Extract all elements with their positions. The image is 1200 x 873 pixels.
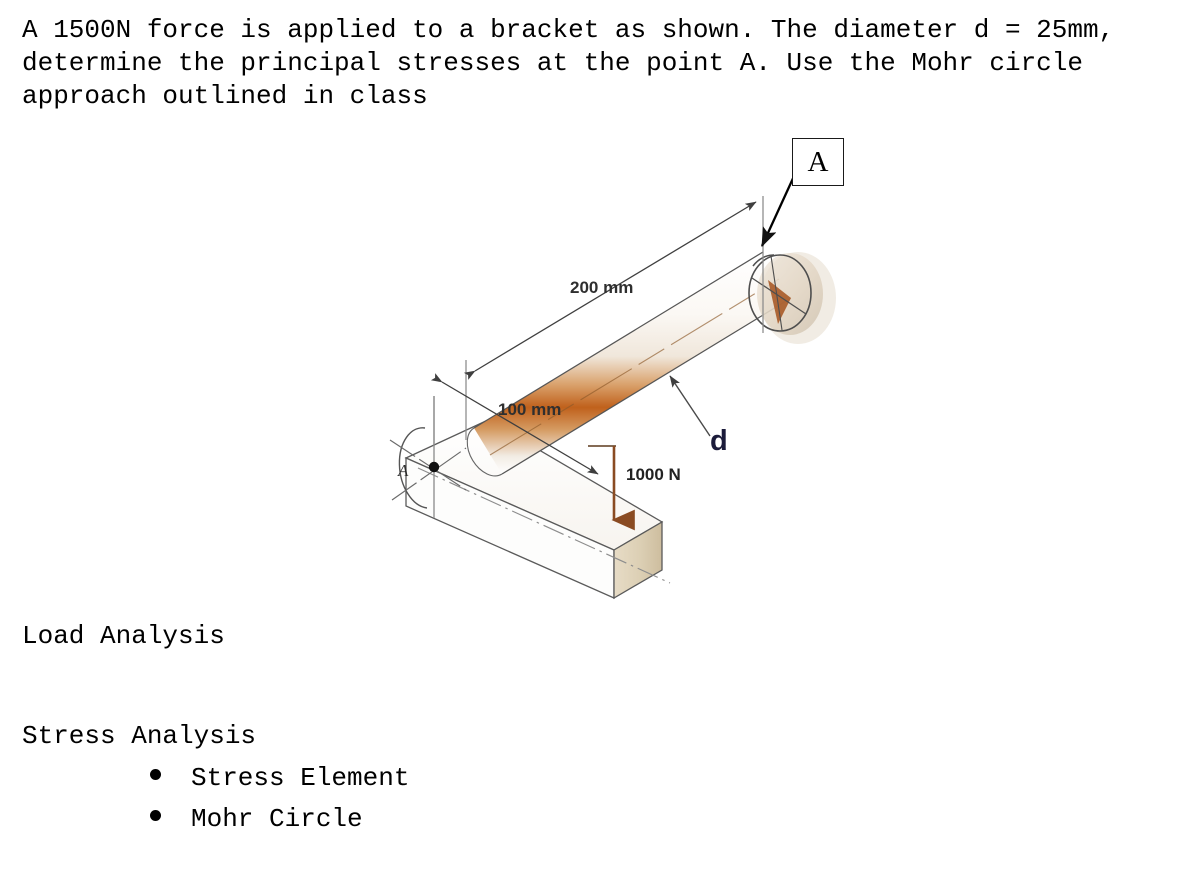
section-heading-load-analysis: Load Analysis bbox=[22, 621, 225, 651]
list-item: Mohr Circle bbox=[150, 799, 409, 840]
dimension-200mm-label: 200 mm bbox=[570, 278, 633, 297]
diameter-leader: d bbox=[669, 375, 728, 457]
point-a-label: A bbox=[397, 461, 409, 480]
point-a-dot bbox=[428, 461, 440, 473]
section-heading-stress-analysis: Stress Analysis bbox=[22, 721, 257, 751]
callout-box-a: A bbox=[792, 138, 844, 186]
diameter-label: d bbox=[710, 425, 728, 457]
stress-analysis-bullet-list: Stress Element Mohr Circle bbox=[150, 758, 409, 840]
force-1000n-label: 1000 N bbox=[626, 465, 681, 484]
list-item: Stress Element bbox=[150, 758, 409, 799]
list-item-label: Mohr Circle bbox=[191, 804, 363, 834]
problem-statement: A 1500N force is applied to a bracket as… bbox=[22, 15, 1130, 111]
bracket-figure: A 200 mm 100 mm 1000 N d bbox=[370, 128, 860, 618]
dimension-100mm-label: 100 mm bbox=[498, 400, 561, 419]
list-item-label: Stress Element bbox=[191, 763, 410, 793]
callout-box-a-label: A bbox=[807, 145, 829, 178]
bullet-icon bbox=[150, 810, 161, 821]
bullet-icon bbox=[150, 769, 161, 780]
